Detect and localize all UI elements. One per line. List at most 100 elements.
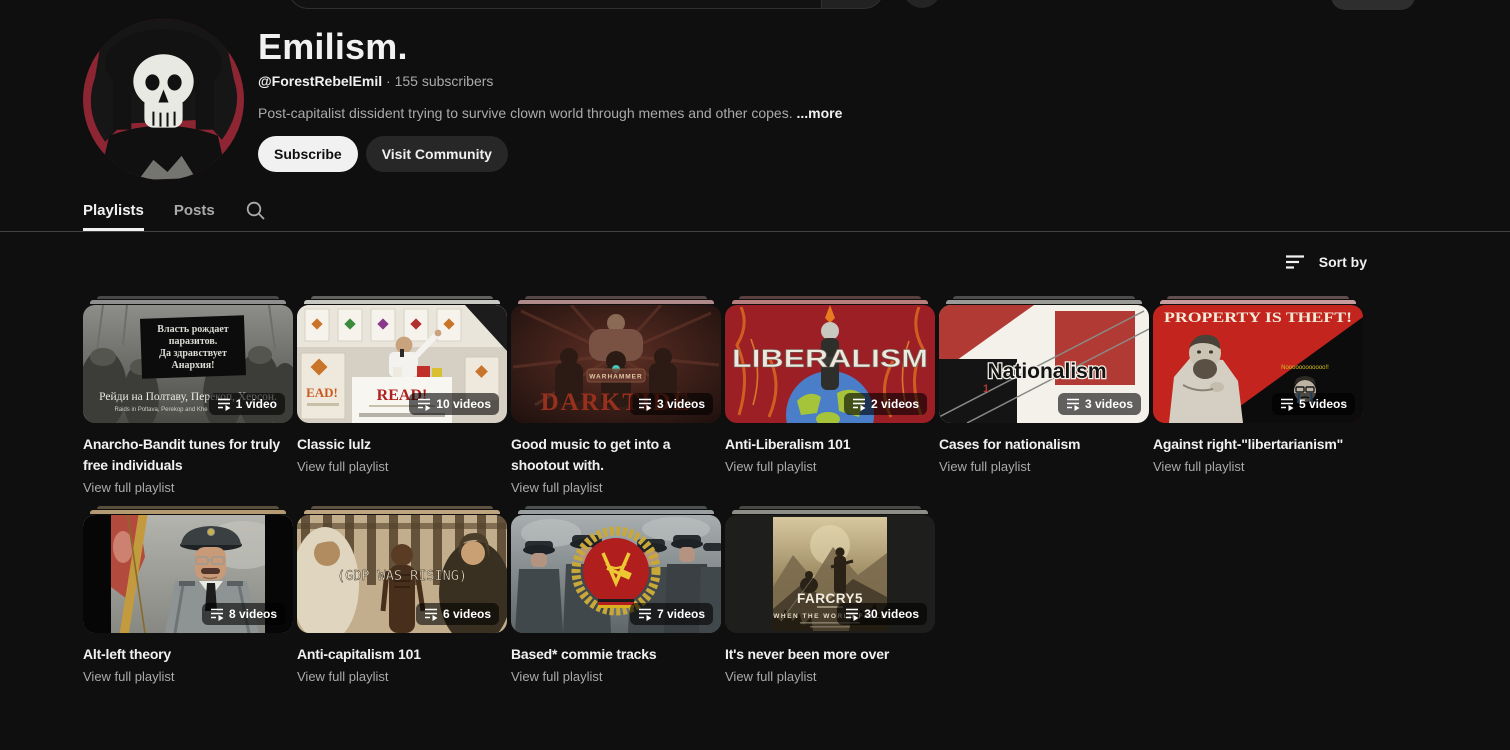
- playlist-icon: [638, 397, 652, 411]
- playlist-card: FARCRY5 WHEN THE WORLD FALLS 30 videos I…: [725, 506, 935, 716]
- search-button[interactable]: [822, 0, 884, 9]
- playlist-icon: [424, 607, 438, 621]
- playlist-title[interactable]: Anti-Liberalism 101: [725, 434, 931, 455]
- playlist-thumbnail[interactable]: PROPERTY IS THEFT! Noooooooooooo!!: [1153, 305, 1363, 423]
- tab-playlists[interactable]: Playlists: [83, 190, 144, 231]
- playlist-title[interactable]: Classic lulz: [297, 434, 503, 455]
- tab-posts[interactable]: Posts: [174, 190, 215, 231]
- playlist-thumbnail[interactable]: READ! EAD! 10 videos: [297, 305, 507, 423]
- video-count-label: 3 videos: [1085, 397, 1133, 411]
- skull-avatar-art: [83, 19, 244, 180]
- playlist-title[interactable]: Anarcho-Bandit tunes for truly free indi…: [83, 434, 289, 476]
- view-full-playlist-link[interactable]: View full playlist: [725, 459, 935, 474]
- view-full-playlist-link[interactable]: View full playlist: [297, 669, 507, 684]
- svg-text:LIBERALISM: LIBERALISM: [732, 345, 928, 373]
- playlist-thumbnail[interactable]: FARCRY5 WHEN THE WORLD FALLS 30 videos: [725, 515, 935, 633]
- playlist-title[interactable]: It's never been more over: [725, 644, 931, 665]
- playlist-icon: [1280, 397, 1294, 411]
- playlist-icon: [852, 397, 866, 411]
- video-count-label: 5 videos: [1299, 397, 1347, 411]
- playlist-thumbnail[interactable]: 8 videos: [83, 515, 293, 633]
- video-count-badge: 3 videos: [1058, 393, 1141, 415]
- playlist-stack-line: [732, 510, 928, 514]
- tab-search-button[interactable]: [245, 190, 266, 231]
- channel-description: Post-capitalist dissident trying to surv…: [258, 105, 842, 121]
- video-count-badge: 10 videos: [409, 393, 499, 415]
- playlist-title[interactable]: Anti-capitalism 101: [297, 644, 503, 665]
- playlist-stack-line: [304, 300, 500, 304]
- visit-community-button[interactable]: Visit Community: [366, 136, 508, 172]
- playlist-title[interactable]: Against right-"libertarianism": [1153, 434, 1359, 455]
- playlist-title[interactable]: Alt-left theory: [83, 644, 289, 665]
- video-count-badge: 1 video: [209, 393, 285, 415]
- playlist-card: (GDP WAS RISING) 6 videos Anti-capitalis…: [297, 506, 507, 716]
- playlist-stack-line: [732, 300, 928, 304]
- playlist-icon: [638, 607, 652, 621]
- svg-text:Nationalism: Nationalism: [987, 360, 1106, 383]
- playlist-stack-line: [739, 296, 921, 299]
- playlist-icon: [210, 607, 224, 621]
- svg-text:Анархия!: Анархия!: [171, 360, 214, 371]
- playlist-stack-line: [311, 296, 493, 299]
- view-full-playlist-link[interactable]: View full playlist: [297, 459, 507, 474]
- playlist-title[interactable]: Good music to get into a shootout with.: [511, 434, 717, 476]
- playlist-title[interactable]: Based* commie tracks: [511, 644, 717, 665]
- video-count-label: 10 videos: [436, 397, 491, 411]
- view-full-playlist-link[interactable]: View full playlist: [83, 669, 293, 684]
- svg-text:Noooooooooooo!!: Noooooooooooo!!: [1281, 365, 1329, 371]
- playlist-stack-line: [518, 510, 714, 514]
- video-count-badge: 30 videos: [837, 603, 927, 625]
- search-input[interactable]: [288, 0, 822, 9]
- view-full-playlist-link[interactable]: View full playlist: [1153, 459, 1363, 474]
- more-link[interactable]: ...more: [796, 105, 842, 121]
- video-count-label: 7 videos: [657, 607, 705, 621]
- svg-text:паразитов.: паразитов.: [169, 336, 218, 347]
- channel-title: Emilism.: [258, 26, 408, 68]
- channel-meta: @ForestRebelEmil · 155 subscribers: [258, 73, 493, 89]
- playlist-thumbnail[interactable]: Nationalism 1 3 videos: [939, 305, 1149, 423]
- playlist-stack-line: [739, 506, 921, 509]
- channel-tabs: Playlists Posts: [83, 190, 266, 231]
- video-count-label: 2 videos: [871, 397, 919, 411]
- channel-avatar: [83, 19, 244, 180]
- search-icon: [245, 200, 266, 221]
- playlist-card: READ! EAD! 10 videos Classic lulz View f…: [297, 296, 507, 506]
- view-full-playlist-link[interactable]: View full playlist: [83, 480, 293, 495]
- topbar-right-button[interactable]: [1331, 0, 1415, 10]
- view-full-playlist-link[interactable]: View full playlist: [511, 669, 721, 684]
- playlist-thumbnail[interactable]: LIBERALISM 2 videos: [725, 305, 935, 423]
- playlist-card: 7 videos Based* commie tracks View full …: [511, 506, 721, 716]
- view-full-playlist-link[interactable]: View full playlist: [939, 459, 1149, 474]
- playlist-stack-line: [90, 300, 286, 304]
- video-count-badge: 5 videos: [1272, 393, 1355, 415]
- view-full-playlist-link[interactable]: View full playlist: [511, 480, 721, 495]
- playlist-thumbnail[interactable]: (GDP WAS RISING) 6 videos: [297, 515, 507, 633]
- playlist-card: Власть рождает паразитов. Да здравствует…: [83, 296, 293, 506]
- video-count-badge: 7 videos: [630, 603, 713, 625]
- playlist-icon: [417, 397, 431, 411]
- svg-text:Raids in Poltava, Perekop and: Raids in Poltava, Perekop and Khe: [114, 407, 208, 413]
- playlist-stack-line: [311, 506, 493, 509]
- svg-text:(GDP WAS RISING): (GDP WAS RISING): [337, 568, 467, 584]
- playlist-stack-line: [518, 300, 714, 304]
- playlist-thumbnail[interactable]: 7 videos: [511, 515, 721, 633]
- playlist-stack-line: [97, 296, 279, 299]
- playlist-title[interactable]: Cases for nationalism: [939, 434, 1145, 455]
- video-count-badge: 6 videos: [416, 603, 499, 625]
- playlist-icon: [1066, 397, 1080, 411]
- playlist-card: LIBERALISM 2 videos Anti-Liberalism 101 …: [725, 296, 935, 506]
- playlist-thumbnail[interactable]: Власть рождает паразитов. Да здравствует…: [83, 305, 293, 423]
- playlist-card: 8 videos Alt-left theory View full playl…: [83, 506, 293, 716]
- playlist-icon: [217, 397, 231, 411]
- playlist-thumbnail[interactable]: WARHAMMER DARKTIDE 3 videos: [511, 305, 721, 423]
- sort-by-control[interactable]: Sort by: [1285, 254, 1367, 270]
- subscribe-button[interactable]: Subscribe: [258, 136, 358, 172]
- svg-text:PROPERTY IS THEFT!: PROPERTY IS THEFT!: [1164, 310, 1352, 326]
- playlist-stack-line: [1167, 296, 1349, 299]
- playlist-card: WARHAMMER DARKTIDE 3 videos Good music t…: [511, 296, 721, 506]
- video-count-label: 3 videos: [657, 397, 705, 411]
- filter-icon: [1285, 254, 1307, 270]
- mic-button[interactable]: [903, 0, 941, 8]
- view-full-playlist-link[interactable]: View full playlist: [725, 669, 935, 684]
- svg-text:Власть рождает: Власть рождает: [157, 324, 228, 335]
